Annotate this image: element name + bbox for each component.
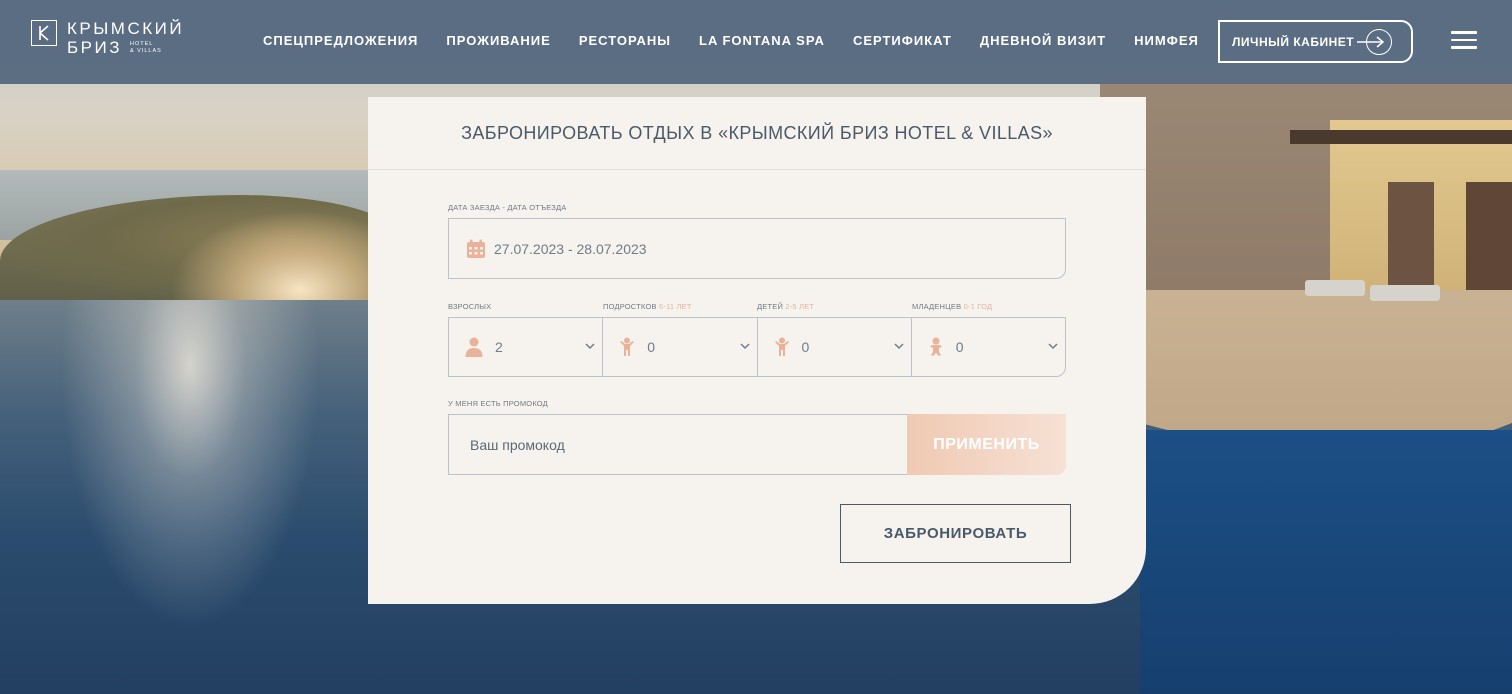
booking-card: ЗАБРОНИРОВАТЬ ОТДЫХ В «КРЫМСКИЙ БРИЗ HOT… <box>368 97 1146 604</box>
infants-value: 0 <box>955 339 964 355</box>
hamburger-icon[interactable] <box>1451 31 1477 51</box>
adults-label: ВЗРОСЛЫХ <box>448 302 492 311</box>
personal-cabinet-button[interactable]: ЛИЧНЫЙ КАБИНЕТ <box>1218 20 1413 63</box>
nav-item-spa[interactable]: LA FONTANA SPA <box>699 33 825 48</box>
pergola <box>1290 130 1512 144</box>
nav-item-nymphaea[interactable]: НИМФЕЯ <box>1134 33 1199 48</box>
teens-value: 0 <box>647 339 656 355</box>
infant-icon <box>929 337 942 356</box>
teen-icon <box>620 337 635 356</box>
teens-label: ПОДРОСТКОВ 6-11 ЛЕТ <box>603 302 692 311</box>
brand-logo[interactable]: КРЫМСКИЙ БРИЗ HOTEL & VILLAS <box>31 20 184 56</box>
brand-name-line2: БРИЗ <box>67 38 122 57</box>
promo-label: У МЕНЯ ЕСТЬ ПРОМОКОД <box>448 399 548 408</box>
dates-label: ДАТА ЗАЕЗДА - ДАТА ОТЪЕЗДА <box>448 203 567 212</box>
booking-title: ЗАБРОНИРОВАТЬ ОТДЫХ В «КРЫМСКИЙ БРИЗ HOT… <box>368 97 1146 170</box>
adults-value: 2 <box>495 339 503 355</box>
apply-promo-button[interactable]: ПРИМЕНИТЬ <box>907 414 1066 475</box>
nav-item-accommodation[interactable]: ПРОЖИВАНИЕ <box>446 33 550 48</box>
brand-sub-line2: & VILLAS <box>129 47 162 54</box>
promo-code-input[interactable] <box>448 414 907 475</box>
child-icon <box>774 337 789 356</box>
sun-lounger <box>1305 280 1365 296</box>
chevron-down-icon <box>894 343 904 350</box>
adults-select[interactable]: 2 <box>449 318 604 376</box>
guests-selector: 2 0 0 0 <box>448 317 1066 377</box>
infants-label: МЛАДЕНЦЕВ 0-1 ГОД <box>912 302 993 311</box>
arrow-right-circle-icon <box>1357 28 1393 55</box>
teens-select[interactable]: 0 <box>603 318 758 376</box>
chevron-down-icon <box>585 343 595 350</box>
children-select[interactable]: 0 <box>758 318 912 376</box>
adult-icon <box>465 337 483 357</box>
children-value: 0 <box>801 339 810 355</box>
water-glare <box>60 300 320 630</box>
children-label: ДЕТЕЙ 2-5 ЛЕТ <box>757 302 815 311</box>
infants-select[interactable]: 0 <box>912 318 1065 376</box>
date-range-field[interactable]: 27.07.2023 - 28.07.2023 <box>448 218 1066 279</box>
date-range-value: 27.07.2023 - 28.07.2023 <box>494 240 647 257</box>
site-header: КРЫМСКИЙ БРИЗ HOTEL & VILLAS СПЕЦПРЕДЛОЖ… <box>0 0 1512 84</box>
main-nav: СПЕЦПРЕДЛОЖЕНИЯ ПРОЖИВАНИЕ РЕСТОРАНЫ LA … <box>263 33 1227 48</box>
book-button[interactable]: ЗАБРОНИРОВАТЬ <box>840 504 1071 563</box>
nav-item-day-visit[interactable]: ДНЕВНОЙ ВИЗИТ <box>980 33 1106 48</box>
sun-lounger <box>1370 285 1440 301</box>
brand-name-line1: КРЫМСКИЙ <box>67 19 185 38</box>
personal-cabinet-label: ЛИЧНЫЙ КАБИНЕТ <box>1232 34 1355 49</box>
chevron-down-icon <box>1048 343 1058 350</box>
k-monogram-icon <box>31 20 57 46</box>
calendar-icon <box>467 239 485 258</box>
brand-sub-line1: HOTEL <box>129 40 154 47</box>
chevron-down-icon <box>739 343 750 350</box>
nav-item-restaurants[interactable]: РЕСТОРАНЫ <box>579 33 671 48</box>
promo-row: ПРИМЕНИТЬ <box>448 414 1066 475</box>
nav-item-specials[interactable]: СПЕЦПРЕДЛОЖЕНИЯ <box>263 33 418 48</box>
villa-door <box>1388 182 1434 292</box>
villa-door <box>1466 182 1512 300</box>
villa-pool <box>1140 430 1512 694</box>
nav-item-certificate[interactable]: СЕРТИФИКАТ <box>853 33 952 48</box>
